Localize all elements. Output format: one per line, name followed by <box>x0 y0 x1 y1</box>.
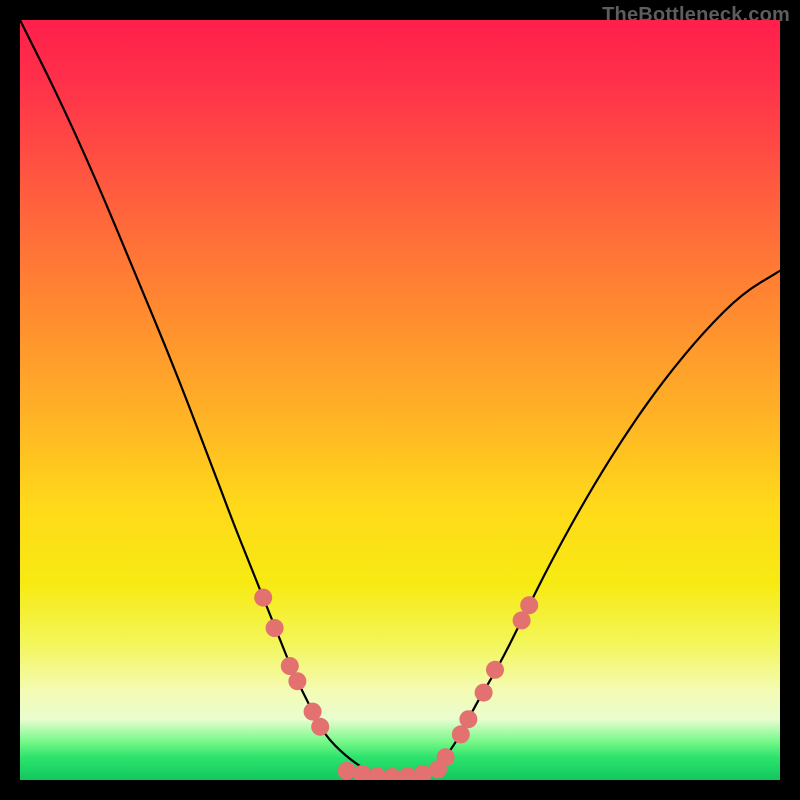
data-point-dot <box>338 762 356 780</box>
data-point-dot <box>520 596 538 614</box>
data-point-dot <box>486 661 504 679</box>
data-point-dot <box>459 710 477 728</box>
bottleneck-curve <box>20 20 780 778</box>
data-point-dot <box>353 765 371 780</box>
chart-stage: TheBottleneck.com <box>0 0 800 800</box>
scatter-dots <box>254 589 538 780</box>
data-point-dot <box>475 684 493 702</box>
data-point-dot <box>266 619 284 637</box>
data-point-dot <box>254 589 272 607</box>
chart-svg <box>20 20 780 780</box>
data-point-dot <box>429 760 447 778</box>
data-point-dot <box>311 718 329 736</box>
data-point-dot <box>288 672 306 690</box>
data-point-dot <box>383 768 401 780</box>
data-point-dot <box>414 765 432 780</box>
plot-area <box>20 20 780 780</box>
